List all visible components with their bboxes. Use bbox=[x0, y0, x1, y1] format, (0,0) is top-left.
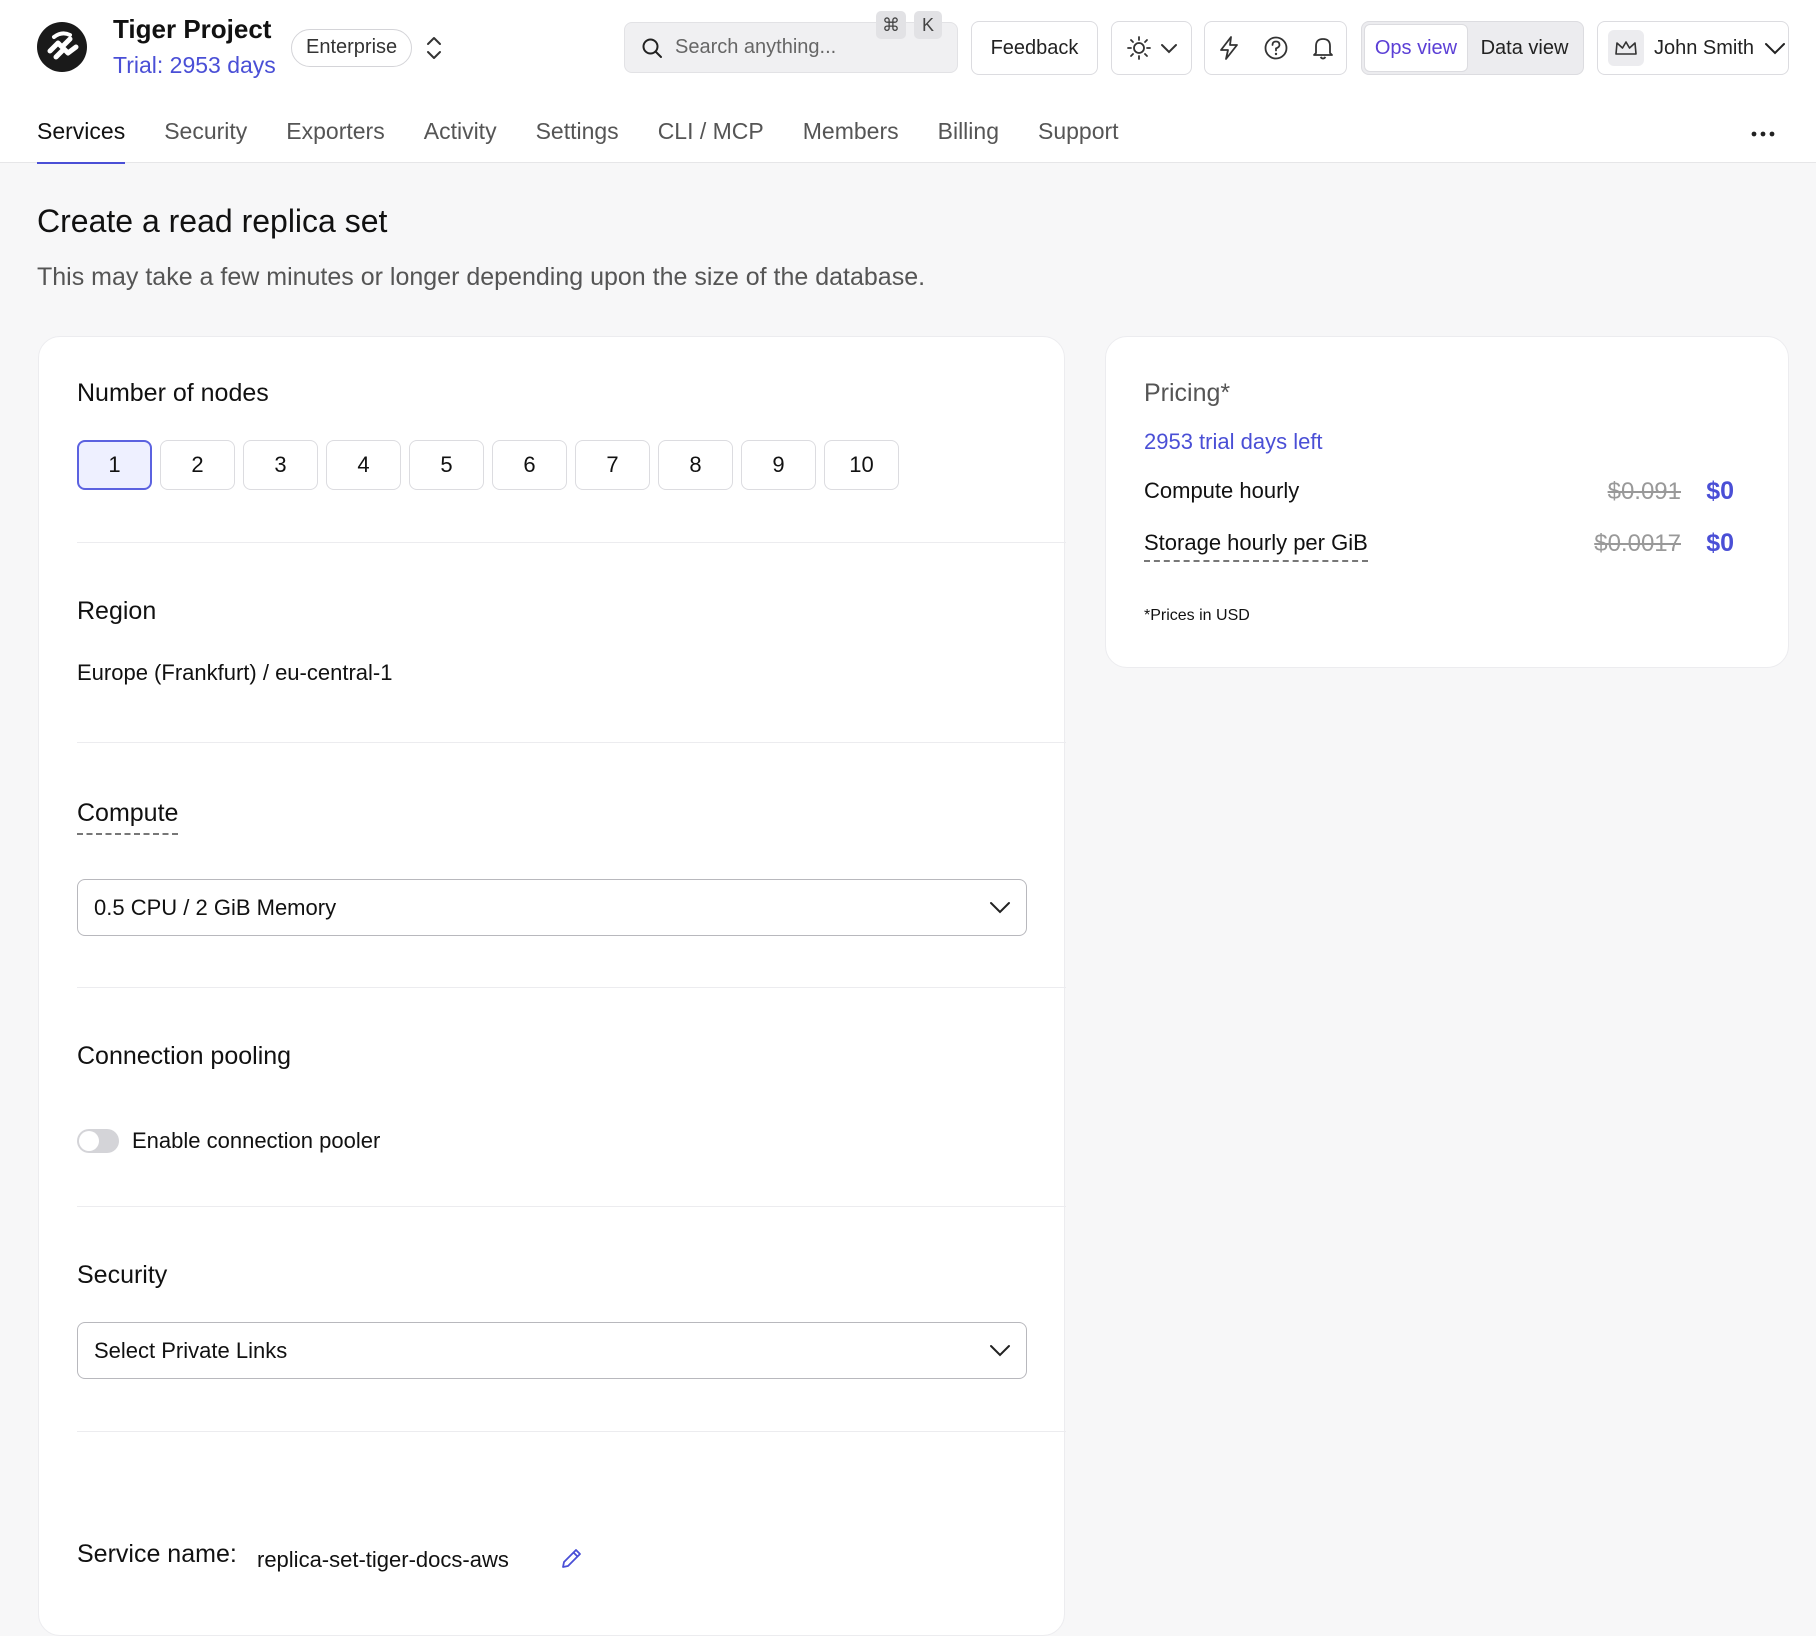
compute-price-original: $0.091 bbox=[1607, 478, 1681, 505]
node-option-2[interactable]: 2 bbox=[160, 440, 235, 490]
top-header: Tiger Project Trial: 2953 days Enterpris… bbox=[0, 0, 1816, 164]
crown-icon bbox=[1615, 41, 1637, 55]
search-icon bbox=[642, 38, 662, 58]
pricing-title: Pricing* bbox=[1144, 379, 1231, 407]
section-divider bbox=[77, 1206, 1066, 1207]
avatar bbox=[1608, 30, 1644, 66]
storage-price-current: $0 bbox=[1706, 529, 1734, 557]
storage-price-row: Storage hourly per GiB $0.0017 $0 bbox=[1144, 529, 1734, 564]
node-option-5[interactable]: 5 bbox=[409, 440, 484, 490]
chevron-down-icon bbox=[990, 902, 1010, 914]
tiger-logo-icon[interactable] bbox=[36, 21, 88, 73]
bell-icon[interactable] bbox=[1311, 35, 1335, 61]
tab-cli-mcp[interactable]: CLI / MCP bbox=[658, 118, 764, 163]
node-option-6[interactable]: 6 bbox=[492, 440, 567, 490]
search-input[interactable] bbox=[675, 23, 855, 72]
trial-days-left: 2953 trial days left bbox=[1144, 429, 1323, 454]
chevron-down-icon bbox=[990, 1345, 1010, 1357]
project-title[interactable]: Tiger Project bbox=[113, 14, 271, 45]
storage-price-label[interactable]: Storage hourly per GiB bbox=[1144, 530, 1368, 562]
section-divider bbox=[77, 1431, 1066, 1432]
section-divider bbox=[77, 542, 1066, 543]
feedback-button[interactable]: Feedback bbox=[971, 21, 1098, 75]
tab-services[interactable]: Services bbox=[37, 118, 126, 164]
ops-view-option[interactable]: Ops view bbox=[1364, 24, 1468, 72]
compute-select[interactable]: 0.5 CPU / 2 GiB Memory bbox=[77, 879, 1027, 936]
compute-label[interactable]: Compute bbox=[77, 799, 179, 835]
section-divider bbox=[77, 742, 1066, 743]
compute-price-current: $0 bbox=[1706, 477, 1734, 505]
tab-members[interactable]: Members bbox=[803, 118, 899, 163]
service-name-value: replica-set-tiger-docs-aws bbox=[257, 1547, 509, 1572]
tab-settings[interactable]: Settings bbox=[536, 118, 619, 163]
tab-exporters[interactable]: Exporters bbox=[286, 118, 384, 163]
tab-activity[interactable]: Activity bbox=[424, 118, 497, 163]
private-links-select[interactable]: Select Private Links bbox=[77, 1322, 1027, 1379]
tab-billing[interactable]: Billing bbox=[938, 118, 999, 163]
node-option-1[interactable]: 1 bbox=[77, 440, 152, 490]
compute-price-label: Compute hourly bbox=[1144, 478, 1300, 503]
node-count-selector: 1 2 3 4 5 6 7 8 9 10 bbox=[77, 440, 899, 490]
plan-badge: Enterprise bbox=[291, 29, 413, 67]
shortcut-k-key: K bbox=[914, 11, 942, 39]
user-menu-button[interactable]: John Smith bbox=[1597, 21, 1789, 75]
storage-price-original: $0.0017 bbox=[1594, 530, 1681, 557]
security-label: Security bbox=[77, 1261, 168, 1289]
page-title: Create a read replica set bbox=[37, 203, 388, 239]
node-option-4[interactable]: 4 bbox=[326, 440, 401, 490]
section-divider bbox=[77, 987, 1066, 988]
shortcut-cmd-key: ⌘ bbox=[876, 11, 906, 39]
chevron-down-icon bbox=[1160, 44, 1177, 54]
more-options-icon[interactable] bbox=[1750, 122, 1776, 146]
pooling-label: Connection pooling bbox=[77, 1042, 292, 1070]
node-option-7[interactable]: 7 bbox=[575, 440, 650, 490]
header-icon-group bbox=[1204, 21, 1347, 75]
pricing-card: Pricing* 2953 trial days left Compute ho… bbox=[1105, 336, 1789, 668]
tab-support[interactable]: Support bbox=[1038, 118, 1119, 163]
search-box[interactable] bbox=[624, 22, 958, 73]
trial-status[interactable]: Trial: 2953 days bbox=[113, 52, 276, 79]
replica-form-card: Number of nodes 1 2 3 4 5 6 7 8 9 10 Reg… bbox=[38, 336, 1066, 1636]
connection-pooler-label[interactable]: Enable connection pooler bbox=[132, 1128, 380, 1154]
service-name-label: Service name: bbox=[77, 1540, 237, 1568]
price-currency-note: *Prices in USD bbox=[1144, 607, 1250, 624]
main-tabs: Services Security Exporters Activity Set… bbox=[37, 118, 1158, 164]
sun-icon bbox=[1126, 36, 1151, 60]
private-links-select-value: Select Private Links bbox=[94, 1337, 288, 1363]
lightning-icon[interactable] bbox=[1217, 35, 1241, 61]
project-switcher-icon[interactable] bbox=[422, 33, 446, 63]
node-option-8[interactable]: 8 bbox=[658, 440, 733, 490]
pencil-icon[interactable] bbox=[559, 1545, 585, 1571]
data-view-option[interactable]: Data view bbox=[1468, 24, 1581, 72]
region-value: Europe (Frankfurt) / eu-central-1 bbox=[77, 660, 393, 685]
compute-price-row: Compute hourly $0.091 $0 bbox=[1144, 477, 1734, 512]
node-option-10[interactable]: 10 bbox=[824, 440, 899, 490]
region-label: Region bbox=[77, 597, 157, 625]
toggle-knob bbox=[79, 1131, 99, 1151]
nodes-label: Number of nodes bbox=[77, 379, 269, 407]
connection-pooler-toggle[interactable] bbox=[77, 1129, 119, 1153]
tab-security[interactable]: Security bbox=[164, 118, 247, 163]
user-name: John Smith bbox=[1654, 36, 1755, 59]
node-option-9[interactable]: 9 bbox=[741, 440, 816, 490]
chevron-down-icon bbox=[1765, 43, 1786, 55]
page-subtitle: This may take a few minutes or longer de… bbox=[37, 263, 926, 291]
node-option-3[interactable]: 3 bbox=[243, 440, 318, 490]
compute-select-value: 0.5 CPU / 2 GiB Memory bbox=[94, 894, 337, 920]
help-icon[interactable] bbox=[1263, 35, 1289, 61]
theme-toggle-button[interactable] bbox=[1111, 21, 1192, 75]
view-toggle: Ops view Data view bbox=[1361, 21, 1584, 75]
